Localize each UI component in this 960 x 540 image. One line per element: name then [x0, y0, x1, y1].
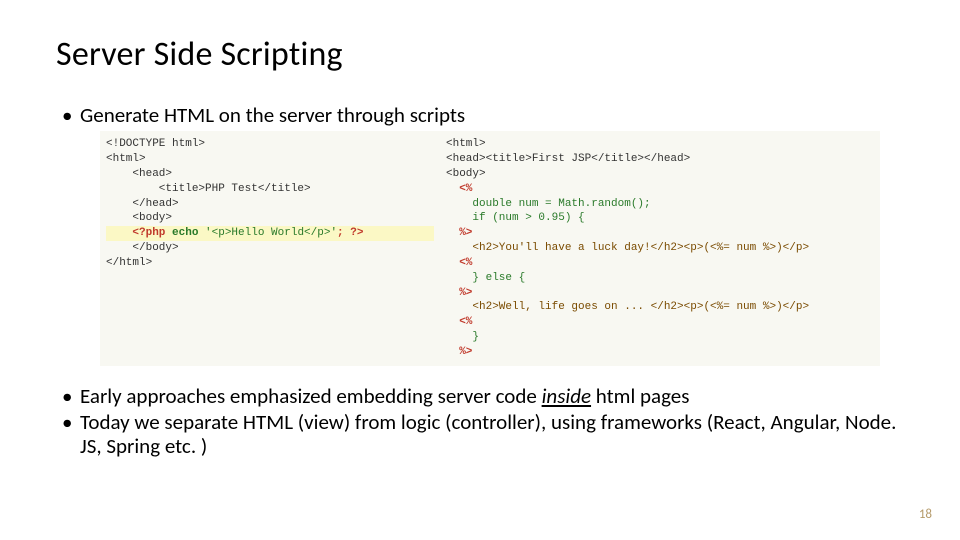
- jsp-code-line: double num = Math.random();: [446, 197, 874, 212]
- jsp-open: <%: [446, 315, 874, 330]
- jsp-p-close: )</p>: [776, 242, 809, 254]
- code-figures: <!DOCTYPE html> <html> <head> <title>PHP…: [100, 131, 880, 366]
- jsp-code-line: }: [446, 330, 874, 345]
- jsp-code-line: if (num > 0.95) {: [446, 211, 874, 226]
- code-line: <html>: [446, 137, 874, 152]
- code-line: <title>PHP Test</title>: [106, 182, 434, 197]
- jsp-p-open: <p>(: [684, 242, 710, 254]
- page-number: 18: [919, 507, 932, 522]
- bullet-2-post: html pages: [591, 383, 689, 409]
- bullet-2-em: inside: [542, 383, 591, 409]
- bullet-2: Early approaches emphasized embedding se…: [62, 384, 904, 408]
- code-line-highlight: <?php echo '<p>Hello World</p>'; ?>: [106, 226, 434, 241]
- bullet-list-bottom: Early approaches emphasized embedding se…: [62, 384, 904, 458]
- code-line: </head>: [106, 197, 434, 212]
- bullet-2-pre: Early approaches emphasized embedding se…: [80, 383, 542, 409]
- jsp-h2: <h2>You'll have a luck day!</h2>: [446, 242, 684, 254]
- php-open-tag: <?php: [106, 227, 172, 239]
- code-line: </html>: [106, 256, 434, 271]
- jsp-close: %>: [446, 286, 874, 301]
- jsp-expression: <%= num %>: [710, 242, 776, 254]
- php-echo-keyword: echo: [172, 227, 198, 239]
- jsp-close: %>: [446, 226, 874, 241]
- code-line: <head>: [106, 167, 434, 182]
- jsp-p-open: <p>(: [684, 301, 710, 313]
- code-line: <head><title>First JSP</title></head>: [446, 152, 874, 167]
- bullet-3: Today we separate HTML (view) from logic…: [62, 410, 904, 458]
- code-line: </body>: [106, 241, 434, 256]
- jsp-open: <%: [446, 256, 874, 271]
- code-panel-php: <!DOCTYPE html> <html> <head> <title>PHP…: [100, 131, 440, 366]
- bullet-1: Generate HTML on the server through scri…: [62, 103, 904, 127]
- jsp-close: %>: [446, 345, 874, 360]
- slide: Server Side Scripting Generate HTML on t…: [0, 0, 960, 540]
- jsp-p-close: )</p>: [776, 301, 809, 313]
- code-line: <body>: [106, 211, 434, 226]
- jsp-output-line: <h2>You'll have a luck day!</h2><p>(<%= …: [446, 241, 874, 256]
- code-line: <body>: [446, 167, 874, 182]
- bullet-list-top: Generate HTML on the server through scri…: [62, 103, 904, 127]
- jsp-h2: <h2>Well, life goes on ... </h2>: [446, 301, 684, 313]
- code-line: <!DOCTYPE html>: [106, 137, 434, 152]
- php-close-tag: ; ?>: [337, 227, 363, 239]
- slide-title: Server Side Scripting: [56, 34, 904, 75]
- jsp-code-line: } else {: [446, 271, 874, 286]
- jsp-output-line: <h2>Well, life goes on ... </h2><p>(<%= …: [446, 300, 874, 315]
- jsp-expression: <%= num %>: [710, 301, 776, 313]
- code-line: <html>: [106, 152, 434, 167]
- jsp-open: <%: [446, 182, 874, 197]
- php-string: '<p>Hello World</p>': [198, 227, 337, 239]
- code-panel-jsp: <html> <head><title>First JSP</title></h…: [440, 131, 880, 366]
